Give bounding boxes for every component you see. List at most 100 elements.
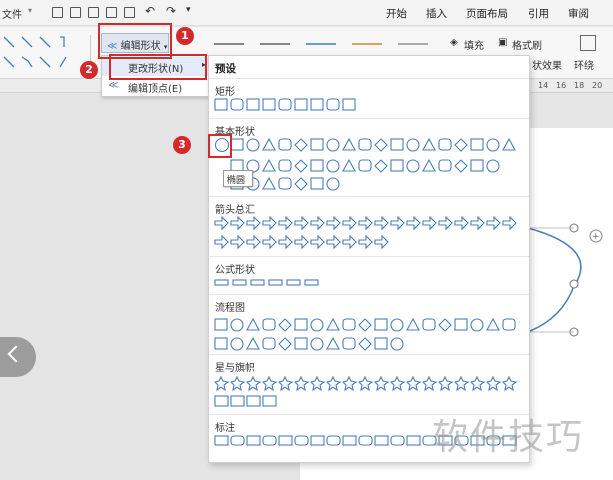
arrow-shape[interactable] [374, 215, 389, 231]
rectangle-shape[interactable] [326, 98, 340, 111]
callout-shape[interactable] [326, 435, 341, 446]
tab-insert[interactable]: 插入 [426, 6, 447, 21]
star-shape[interactable] [213, 375, 230, 392]
arrow-shape[interactable] [326, 215, 341, 231]
flowchart-shape[interactable] [438, 318, 452, 332]
rectangle-shape[interactable] [310, 98, 324, 111]
line-styles-gallery[interactable] [0, 31, 90, 73]
basic-shape[interactable] [294, 177, 308, 191]
wrap-button[interactable]: 环绕 [574, 57, 594, 72]
flowchart-shape[interactable] [374, 318, 388, 331]
callout-shape[interactable] [230, 435, 245, 446]
basic-shape[interactable] [278, 177, 292, 190]
basic-shape[interactable] [486, 138, 500, 152]
undo-icon[interactable]: ↶ [145, 4, 155, 18]
basic-shape[interactable] [310, 177, 324, 190]
callout-shape[interactable] [278, 435, 293, 446]
arrow-shape[interactable] [406, 215, 421, 231]
basic-shape[interactable] [262, 158, 276, 172]
basic-shape[interactable] [422, 137, 436, 151]
rectangle-shape[interactable] [214, 98, 228, 111]
arrow-shape[interactable] [358, 234, 373, 250]
flowchart-shape[interactable] [262, 318, 276, 331]
flowchart-shape[interactable] [246, 317, 260, 331]
basic-shape[interactable] [326, 177, 340, 191]
print-icon[interactable] [106, 7, 117, 18]
flowchart-shape[interactable] [454, 318, 468, 331]
star-shape[interactable] [309, 375, 326, 392]
basic-shape[interactable] [278, 138, 292, 151]
basic-shape[interactable] [294, 138, 308, 152]
equation-shape[interactable] [286, 279, 301, 286]
flowchart-shape[interactable] [310, 318, 324, 332]
arrow-shape[interactable] [486, 215, 501, 231]
callout-shape[interactable] [310, 435, 325, 446]
flowchart-shape[interactable] [470, 318, 484, 332]
arrow-shape[interactable] [230, 215, 245, 231]
basic-shape[interactable] [486, 159, 500, 173]
basic-shape[interactable] [326, 138, 340, 152]
basic-shape[interactable] [342, 137, 356, 151]
basic-shape[interactable] [406, 159, 420, 173]
basic-shape[interactable] [454, 159, 468, 173]
arrow-shape[interactable] [310, 215, 325, 231]
wrap-icon[interactable] [580, 35, 596, 51]
arrow-shape[interactable] [470, 215, 485, 231]
arrow-shape[interactable] [262, 215, 277, 231]
banner-shape[interactable] [230, 395, 245, 407]
flowchart-shape[interactable] [406, 317, 420, 331]
rectangle-shape[interactable] [294, 98, 308, 111]
fill-button[interactable]: 填充 [464, 37, 484, 52]
star-shape[interactable] [373, 375, 390, 392]
arrow-shape[interactable] [454, 215, 469, 231]
callout-shape[interactable] [390, 435, 405, 446]
arrow-shape[interactable] [342, 215, 357, 231]
flowchart-shape[interactable] [342, 337, 356, 350]
basic-shape[interactable] [262, 137, 276, 151]
basic-shape[interactable] [342, 158, 356, 172]
callout-shape[interactable] [406, 435, 421, 446]
save-icon[interactable] [70, 7, 81, 18]
basic-shape[interactable] [326, 159, 340, 173]
basic-shape[interactable] [470, 138, 484, 151]
callout-shape[interactable] [358, 435, 373, 446]
callout-shape[interactable] [246, 435, 261, 446]
arrow-shape[interactable] [390, 215, 405, 231]
tab-home[interactable]: 开始 [386, 6, 407, 21]
banner-shape[interactable] [246, 395, 261, 407]
basic-shape[interactable] [390, 159, 404, 172]
arrow-shape[interactable] [310, 234, 325, 250]
flowchart-shape[interactable] [294, 337, 308, 350]
file-menu[interactable]: 文件 [2, 6, 22, 21]
star-shape[interactable] [437, 375, 454, 392]
banner-shape[interactable] [262, 395, 277, 407]
flowchart-shape[interactable] [390, 337, 404, 351]
arrow-shape[interactable] [294, 234, 309, 250]
redo-icon[interactable]: ↷ [166, 4, 176, 18]
flowchart-shape[interactable] [294, 318, 308, 331]
rectangle-shape[interactable] [230, 98, 244, 111]
style-swatches[interactable] [210, 33, 430, 47]
flowchart-shape[interactable] [358, 337, 372, 351]
fill-icon[interactable]: ◈ [450, 37, 458, 48]
basic-shape[interactable] [246, 138, 260, 152]
customize-icon[interactable]: ▾ [186, 5, 191, 15]
basic-shape[interactable] [374, 159, 388, 173]
star-shape[interactable] [389, 375, 406, 392]
open-icon[interactable] [52, 7, 63, 18]
flowchart-shape[interactable] [374, 337, 388, 350]
flowchart-shape[interactable] [230, 337, 244, 351]
chevron-down-icon[interactable]: ▾ [28, 6, 32, 15]
equation-shape[interactable] [214, 279, 229, 286]
star-shape[interactable] [485, 375, 502, 392]
star-shape[interactable] [421, 375, 438, 392]
star-shape[interactable] [293, 375, 310, 392]
equation-shape[interactable] [232, 279, 247, 286]
arrow-shape[interactable] [246, 234, 261, 250]
flowchart-shape[interactable] [486, 317, 500, 331]
rectangle-shape[interactable] [262, 98, 276, 111]
basic-shape[interactable] [422, 158, 436, 172]
star-shape[interactable] [261, 375, 278, 392]
star-shape[interactable] [501, 375, 518, 392]
format-brush-icon[interactable]: ▣ [498, 37, 507, 48]
